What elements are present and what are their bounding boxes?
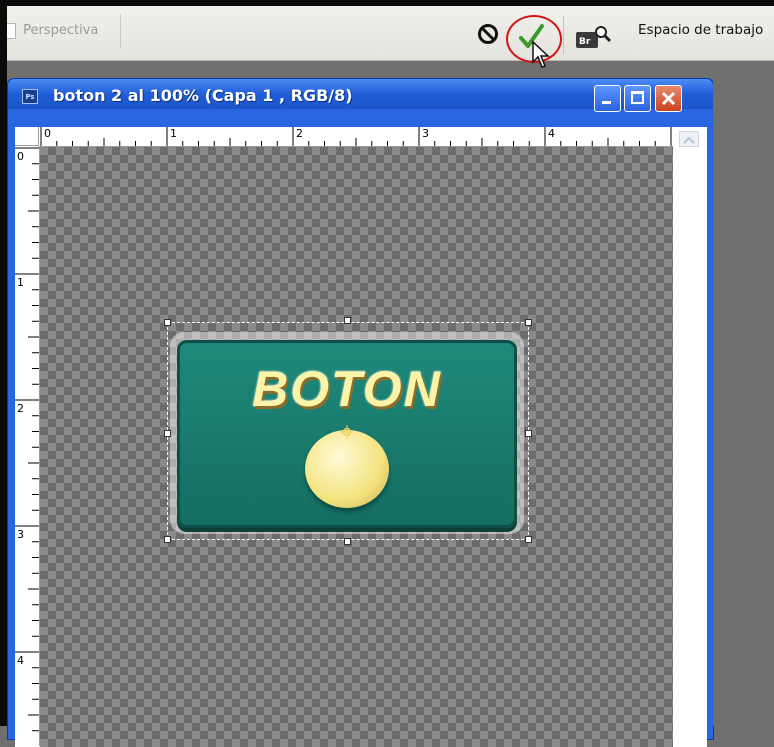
ruler-label: 4 bbox=[17, 654, 24, 667]
maximize-button[interactable] bbox=[624, 85, 651, 112]
perspective-checkbox[interactable] bbox=[7, 22, 16, 39]
minimize-button[interactable] bbox=[594, 85, 621, 112]
perspective-label: Perspectiva bbox=[23, 23, 99, 38]
ruler-label: 1 bbox=[170, 127, 177, 140]
transform-handle-bl[interactable] bbox=[164, 536, 171, 543]
options-bar: Perspectiva Br Espacio de trabajo bbox=[7, 6, 774, 68]
workspace-background bbox=[713, 78, 774, 726]
transform-handle-tr[interactable] bbox=[525, 319, 532, 326]
ruler-label: 1 bbox=[17, 276, 24, 289]
separator bbox=[563, 16, 564, 54]
vertical-scrollbar[interactable] bbox=[673, 127, 707, 747]
bridge-browse-icon[interactable]: Br bbox=[574, 23, 614, 51]
close-button[interactable] bbox=[655, 85, 682, 112]
ruler-label: 0 bbox=[44, 127, 51, 140]
transform-handle-tl[interactable] bbox=[164, 319, 171, 326]
transform-handle-br[interactable] bbox=[525, 536, 532, 543]
ruler-label: 3 bbox=[422, 127, 429, 140]
ruler-label: 2 bbox=[296, 127, 303, 140]
workspace-menu[interactable]: Espacio de trabajo bbox=[638, 22, 763, 38]
perspective-option[interactable]: Perspectiva bbox=[7, 14, 121, 48]
transform-handle-ml[interactable] bbox=[164, 430, 171, 437]
ruler-label: 4 bbox=[548, 127, 555, 140]
photoshop-doc-icon: Ps bbox=[22, 89, 38, 104]
ruler-label: 3 bbox=[17, 528, 24, 541]
ruler-label: 0 bbox=[17, 150, 24, 163]
transform-pivot-icon[interactable] bbox=[340, 425, 354, 439]
scroll-up-arrow[interactable] bbox=[679, 131, 699, 147]
svg-text:Br: Br bbox=[579, 37, 591, 47]
ruler-label: 2 bbox=[17, 402, 24, 415]
cancel-transform-icon[interactable] bbox=[476, 22, 500, 46]
document-title: boton 2 al 100% (Capa 1 , RGB/8) bbox=[53, 86, 353, 105]
vertical-ruler[interactable]: 0 1 2 3 4 bbox=[15, 146, 40, 746]
transform-handle-bc[interactable] bbox=[344, 538, 351, 545]
ruler-origin[interactable] bbox=[15, 127, 39, 146]
mouse-cursor-icon bbox=[532, 40, 550, 68]
transform-handle-mr[interactable] bbox=[525, 430, 532, 437]
horizontal-ruler[interactable]: 012345 bbox=[39, 127, 673, 147]
document-titlebar[interactable]: Ps boton 2 al 100% (Capa 1 , RGB/8) bbox=[8, 79, 713, 112]
transform-handle-tc[interactable] bbox=[344, 317, 351, 324]
screen-frame-left bbox=[0, 0, 7, 726]
